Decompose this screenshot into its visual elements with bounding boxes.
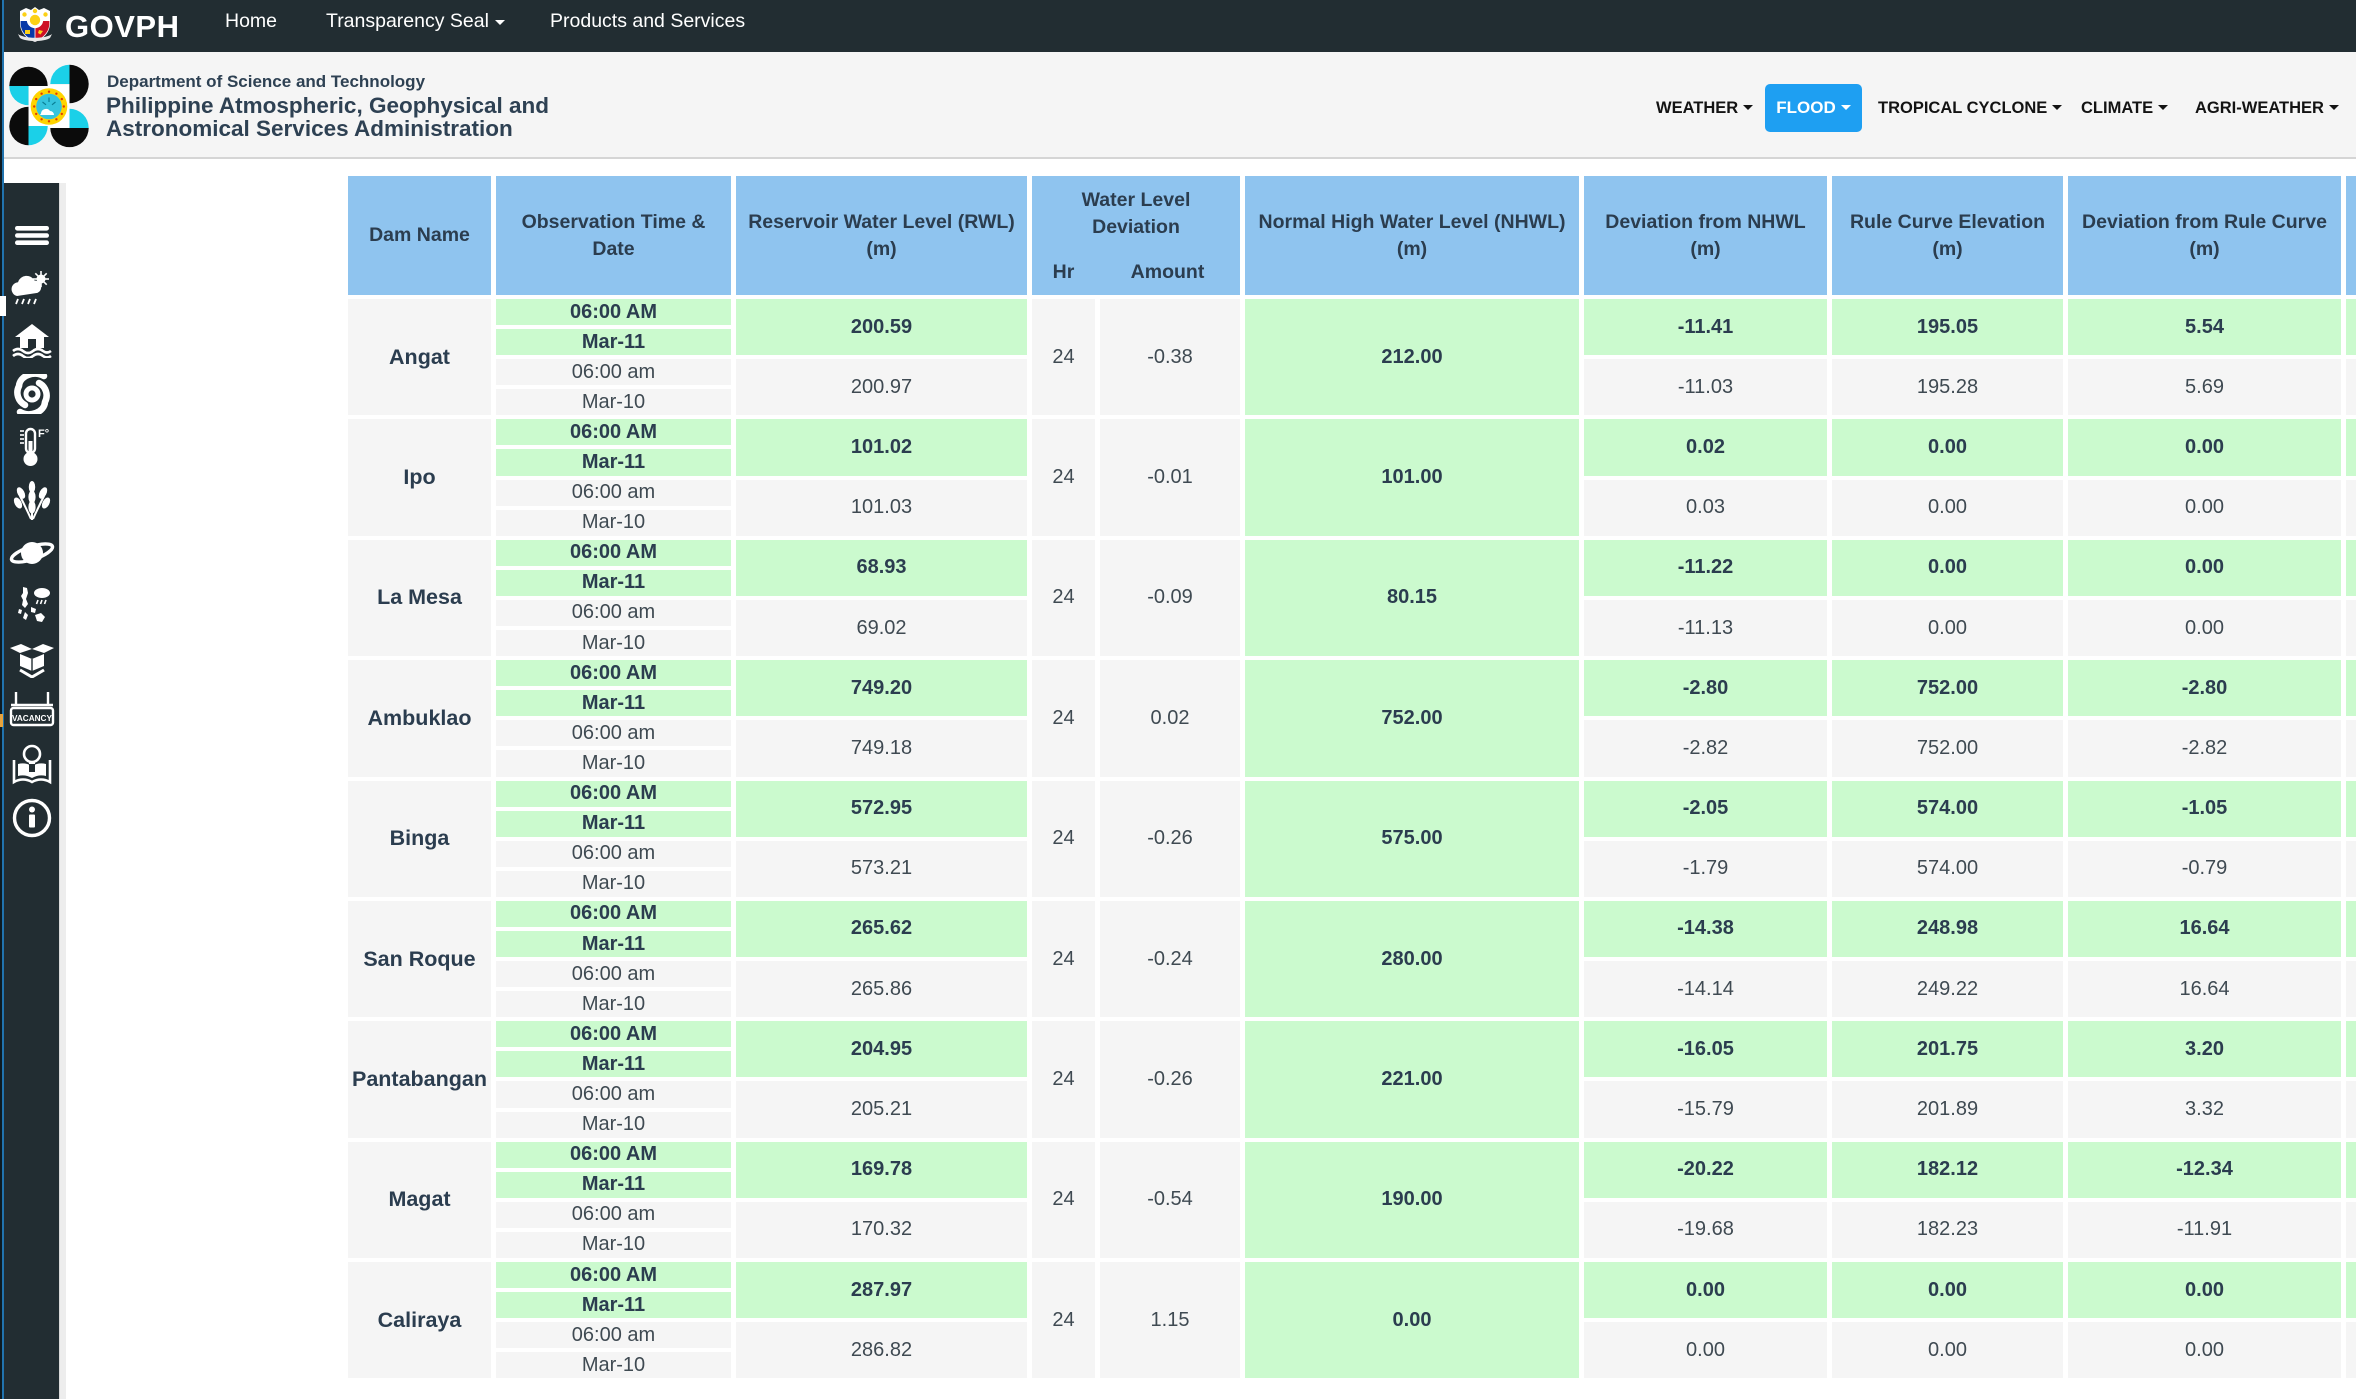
svg-text:VACANCY: VACANCY	[12, 714, 52, 723]
svg-text:F°: F°	[38, 428, 49, 440]
